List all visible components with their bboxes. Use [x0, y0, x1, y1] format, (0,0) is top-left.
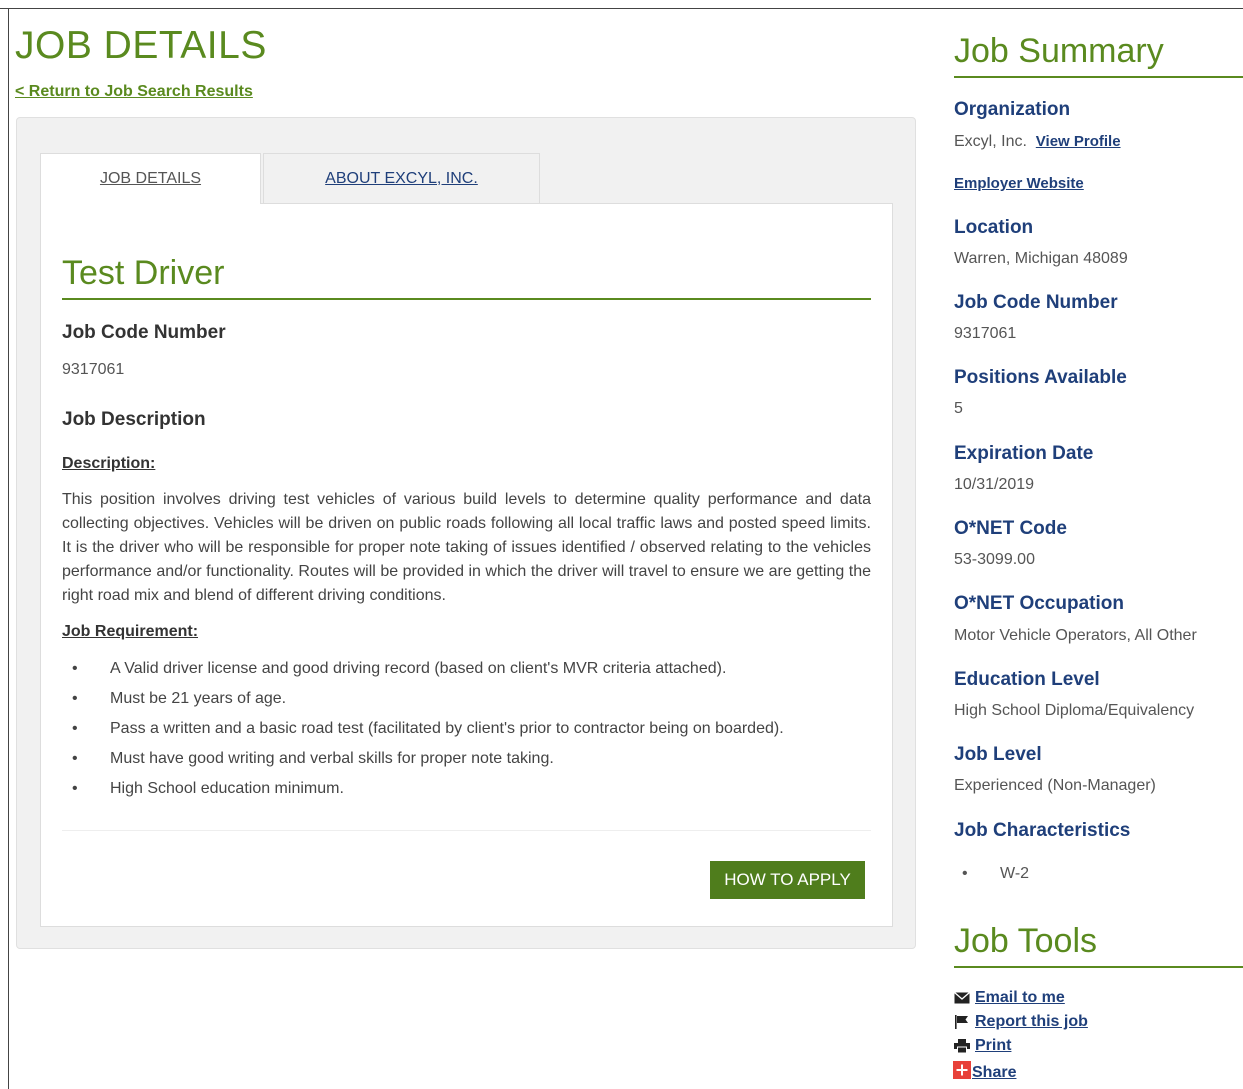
- description-text: This position involves driving test vehi…: [62, 491, 871, 604]
- onet-occupation-heading: O*NET Occupation: [954, 593, 1124, 614]
- window-border-left: [8, 8, 9, 1089]
- list-item: A Valid driver license and good driving …: [62, 656, 871, 686]
- employer-website-row: Employer Website: [954, 175, 1084, 193]
- onet-code-heading: O*NET Code: [954, 518, 1067, 539]
- tab-about-company[interactable]: ABOUT EXCYL, INC.: [263, 153, 540, 204]
- email-to-me-label[interactable]: Email to me: [975, 989, 1065, 1007]
- email-to-me-link[interactable]: Email to me: [954, 989, 1065, 1007]
- positions-value: 5: [954, 400, 963, 417]
- list-item: Must be 21 years of age.: [62, 686, 871, 716]
- organization-row: Excyl, Inc. View Profile: [954, 133, 1121, 151]
- summary-divider: [954, 76, 1243, 78]
- job-code-heading-sidebar: Job Code Number: [954, 292, 1118, 313]
- list-item: Must have good writing and verbal skills…: [62, 746, 871, 776]
- job-description-heading: Job Description: [62, 409, 206, 430]
- job-level-heading: Job Level: [954, 744, 1042, 765]
- requirements-list: A Valid driver license and good driving …: [62, 656, 871, 806]
- job-code-value: 9317061: [62, 361, 125, 378]
- plus-share-icon: [953, 1061, 971, 1079]
- report-job-link[interactable]: Report this job: [954, 1013, 1088, 1031]
- organization-name: Excyl, Inc.: [954, 133, 1027, 150]
- how-to-apply-button[interactable]: HOW TO APPLY: [710, 861, 865, 899]
- list-item: Pass a written and a basic road test (fa…: [62, 716, 871, 746]
- envelope-icon: [954, 990, 972, 1006]
- job-code-heading: Job Code Number: [62, 322, 226, 343]
- list-item: • W-2: [962, 865, 1029, 883]
- window-border-top: [0, 8, 1243, 9]
- printer-icon: [954, 1038, 972, 1054]
- return-to-results-link[interactable]: < Return to Job Search Results: [15, 83, 253, 101]
- job-title: Test Driver: [62, 254, 225, 292]
- organization-heading: Organization: [954, 99, 1071, 120]
- bullet: •: [962, 865, 968, 882]
- description-label: Description:: [62, 455, 156, 472]
- page-title: JOB DETAILS: [15, 24, 267, 67]
- list-item: High School education minimum.: [62, 776, 871, 806]
- share-label[interactable]: Share: [972, 1064, 1016, 1082]
- flag-icon: [954, 1014, 972, 1030]
- expiration-heading: Expiration Date: [954, 443, 1094, 464]
- report-job-label[interactable]: Report this job: [975, 1013, 1088, 1031]
- onet-occupation-value: Motor Vehicle Operators, All Other: [954, 627, 1197, 644]
- employer-website-link[interactable]: Employer Website: [954, 175, 1084, 192]
- share-link[interactable]: Share: [953, 1061, 1016, 1082]
- onet-code-value: 53-3099.00: [954, 551, 1035, 568]
- education-value: High School Diploma/Equivalency: [954, 702, 1195, 719]
- job-summary-title: Job Summary: [954, 32, 1164, 70]
- location-value: Warren, Michigan 48089: [954, 250, 1128, 267]
- job-tools-title: Job Tools: [954, 922, 1098, 960]
- education-heading: Education Level: [954, 669, 1100, 690]
- content-divider: [62, 830, 871, 831]
- view-profile-link[interactable]: View Profile: [1036, 133, 1121, 150]
- job-code-value-sidebar: 9317061: [954, 325, 1017, 342]
- location-heading: Location: [954, 217, 1034, 238]
- tab-job-details[interactable]: JOB DETAILS: [40, 153, 261, 204]
- print-link[interactable]: Print: [954, 1037, 1011, 1055]
- tools-divider: [954, 966, 1243, 968]
- positions-heading: Positions Available: [954, 367, 1127, 388]
- requirement-label: Job Requirement:: [62, 623, 199, 640]
- characteristics-heading: Job Characteristics: [954, 820, 1131, 841]
- title-divider: [62, 298, 871, 300]
- print-label[interactable]: Print: [975, 1037, 1011, 1055]
- expiration-value: 10/31/2019: [954, 476, 1035, 493]
- characteristic-value: W-2: [1000, 865, 1030, 882]
- job-level-value: Experienced (Non-Manager): [954, 777, 1156, 794]
